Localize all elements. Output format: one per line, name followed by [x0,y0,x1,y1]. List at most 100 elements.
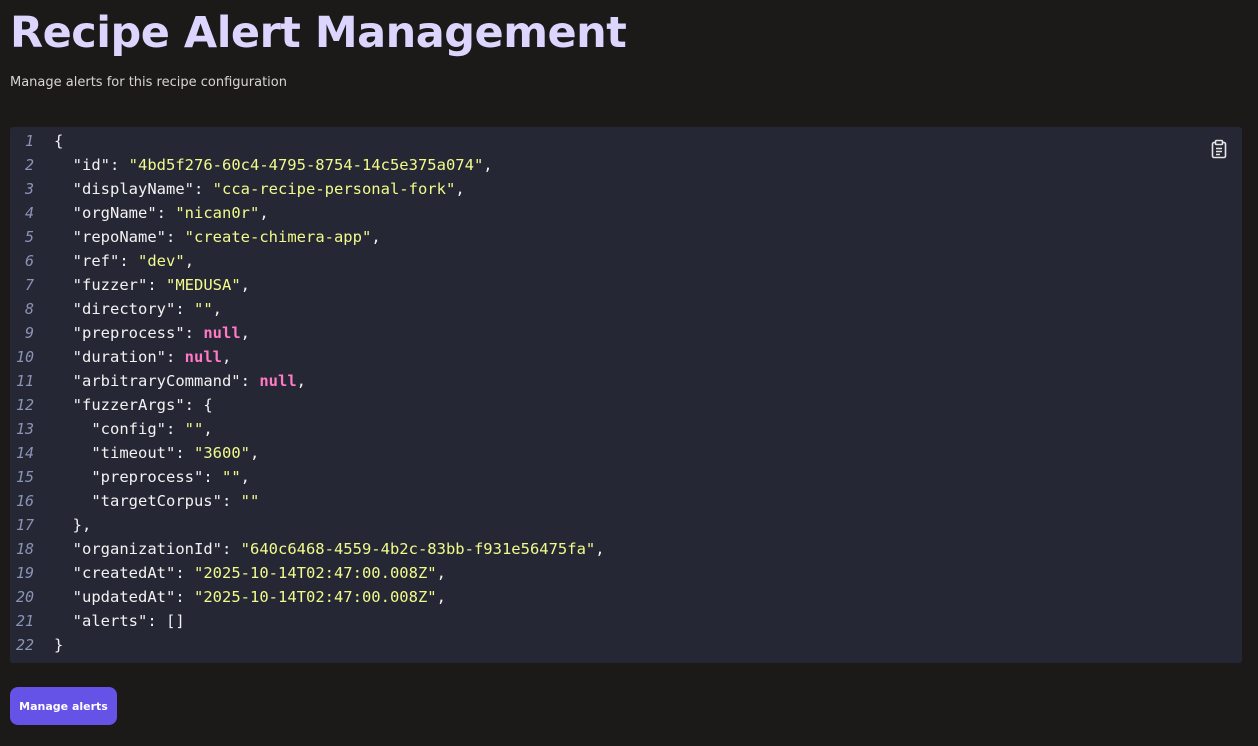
line-code: "displayName": "cca-recipe-personal-fork… [54,177,465,201]
code-punctuation [54,420,91,438]
json-string-value: "" [240,492,260,510]
code-punctuation: : [165,420,185,438]
code-punctuation [54,228,73,246]
page-title: Recipe Alert Management [10,8,627,58]
code-punctuation: , [203,420,213,438]
line-number: 3 [24,180,34,198]
code-line: 6 "ref": "dev", [10,249,605,273]
json-key: "orgName" [72,204,157,222]
line-code: "ref": "dev", [54,249,194,273]
line-number: 6 [24,252,34,270]
code-line: 12 "fuzzerArgs": { [10,393,605,417]
manage-alerts-button[interactable]: Manage alerts [10,687,117,725]
json-string-value: "" [184,420,204,438]
code-punctuation: : [175,588,194,606]
json-key: "displayName" [72,180,194,198]
code-punctuation: , [371,228,381,246]
json-string-value: "4bd5f276-60c4-4795-8754-14c5e375a074" [128,156,484,174]
code-punctuation: : [184,324,204,342]
code-punctuation: : { [184,396,213,414]
line-code: "targetCorpus": "" [54,489,259,513]
code-punctuation: , [436,588,446,606]
code-line: 10 "duration": null, [10,345,605,369]
code-punctuation: , [250,444,260,462]
code-line: 19 "createdAt": "2025-10-14T02:47:00.008… [10,561,605,585]
line-code: "preprocess": "", [54,465,250,489]
code-punctuation [54,492,91,510]
code-line: 15 "preprocess": "", [10,465,605,489]
code-punctuation: : [166,228,185,246]
code-punctuation: , [259,204,269,222]
code-line: 3 "displayName": "cca-recipe-personal-fo… [10,177,605,201]
line-number: 22 [15,636,34,654]
code-punctuation: : [203,468,222,486]
line-code: "orgName": "nican0r", [54,201,269,225]
line-code: "arbitraryCommand": null, [54,369,306,393]
line-number: 7 [24,276,34,294]
code-punctuation: : [156,204,176,222]
json-key: "preprocess" [72,324,185,342]
code-punctuation [54,180,73,198]
line-number: 12 [15,396,34,414]
code-punctuation: , [212,300,223,318]
json-key: "preprocess" [91,468,204,486]
code-line: 16 "targetCorpus": "" [10,489,605,513]
json-string-value: "2025-10-14T02:47:00.008Z" [194,564,437,582]
line-code: "id": "4bd5f276-60c4-4795-8754-14c5e375a… [54,153,493,177]
line-number: 13 [15,420,34,438]
code-punctuation: , [595,540,605,558]
code-line: 8 "directory": "", [10,297,605,321]
code-punctuation: : [221,540,241,558]
code-punctuation: : [166,348,185,366]
line-number: 8 [24,300,34,318]
code-punctuation [54,324,73,342]
json-code-viewer: 1 {2 "id": "4bd5f276-60c4-4795-8754-14c5e… [10,127,1242,663]
json-key: "targetCorpus" [91,492,222,510]
code-punctuation [54,612,73,630]
line-code: "updatedAt": "2025-10-14T02:47:00.008Z", [54,585,446,609]
json-key: "fuzzerArgs" [72,396,185,414]
json-key: "timeout" [91,444,176,462]
code-punctuation: : [175,564,194,582]
code-punctuation [54,396,73,414]
code-line: 11 "arbitraryCommand": null, [10,369,605,393]
line-number: 9 [24,324,34,342]
json-string-value: "cca-recipe-personal-fork" [212,180,456,198]
line-code: "duration": null, [54,345,232,369]
code-punctuation: : [240,372,260,390]
code-punctuation: , [436,564,446,582]
json-key: "fuzzer" [72,276,148,294]
line-number: 1 [24,132,34,150]
line-number: 5 [24,228,34,246]
line-number: 15 [15,468,34,486]
json-null-value: null [259,372,297,390]
code-line: 18 "organizationId": "640c6468-4559-4b2c… [10,537,605,561]
line-code: "repoName": "create-chimera-app", [54,225,381,249]
json-key: "ref" [72,252,120,270]
json-key: "config" [91,420,166,438]
code-punctuation [54,540,73,558]
line-number: 18 [15,540,34,558]
line-code: { [54,129,63,153]
line-code: "timeout": "3600", [54,441,259,465]
json-null-value: null [184,348,222,366]
line-code: "config": "", [54,417,213,441]
code-line: 5 "repoName": "create-chimera-app", [10,225,605,249]
json-key: "repoName" [72,228,166,246]
line-number: 14 [15,444,34,462]
line-code: "alerts": [] [54,609,185,633]
json-string-value: "" [221,468,241,486]
code-punctuation: , [455,180,465,198]
code-line: 21 "alerts": [] [10,609,605,633]
code-punctuation [54,588,73,606]
code-punctuation [54,468,91,486]
line-number: 2 [24,156,34,174]
json-string-value: "MEDUSA" [166,276,241,294]
json-string-value: "640c6468-4559-4b2c-83bb-f931e56475fa" [240,540,596,558]
code-punctuation [54,372,73,390]
code-punctuation: }, [54,516,92,534]
line-number: 10 [15,348,34,366]
json-string-value: "3600" [194,444,250,462]
copy-button[interactable] [1210,139,1228,159]
code-punctuation: { [54,132,64,150]
